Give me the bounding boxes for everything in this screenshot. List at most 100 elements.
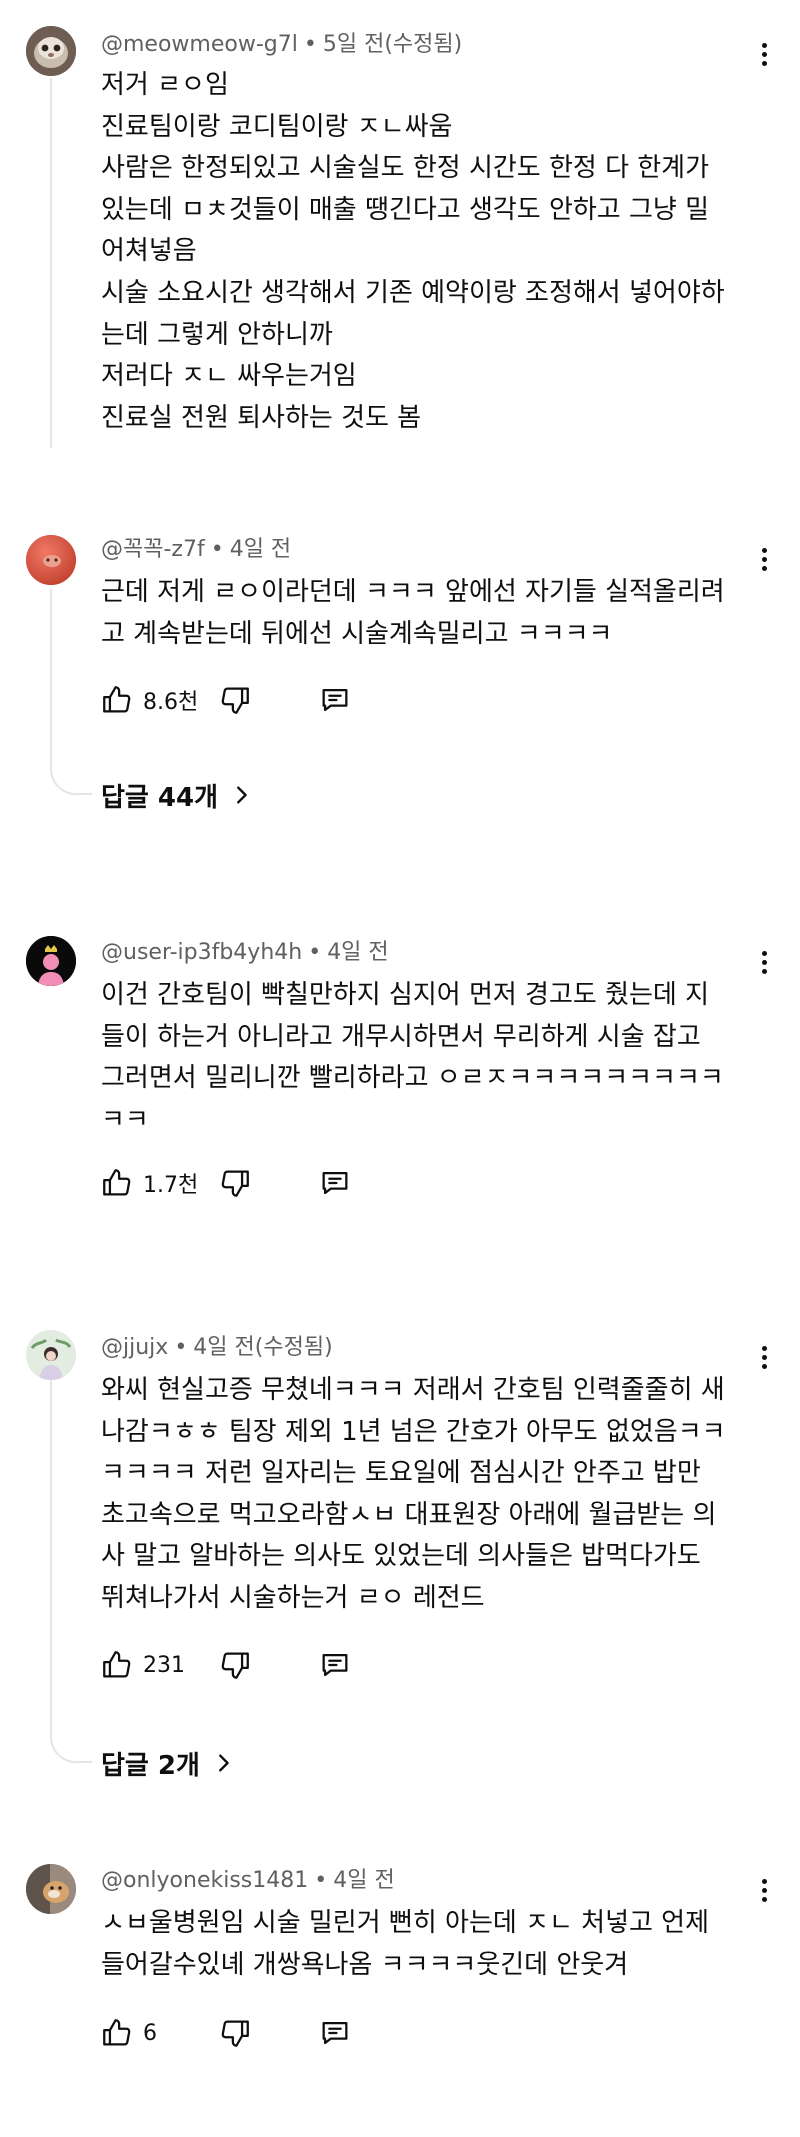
reply-comment-icon <box>322 688 348 712</box>
comment-line: 이건 간호팀이 빡칠만하지 심지어 먼저 경고도 줬는데 지 <box>101 980 710 1010</box>
comment-text: 근데 저게 ㄹㅇ이라던데 ㅋㅋㅋ 앞에선 자기들 실적올리려 고 계속받는데 뒤… <box>101 572 761 655</box>
comment-actions: 231 <box>100 1645 400 1685</box>
chevron-right-icon <box>218 1754 229 1772</box>
view-replies-button[interactable]: 답글 2개 <box>101 1743 234 1783</box>
comment-author[interactable]: @meowmeow-g7l <box>101 32 298 57</box>
avatar-image <box>26 1864 76 1914</box>
comment-line: 그러면서 밀리니깐 빨리하라고 ㅇㄹㅈㅋㅋㅋㅋㅋㅋㅋㅋㅋ <box>101 1063 724 1094</box>
avatar-image <box>26 535 76 585</box>
replies-label: 답글 44개 <box>101 782 218 813</box>
like-button[interactable]: 231 <box>100 1645 185 1685</box>
comment-line: 고 계속받는데 뒤에선 시술계속밀리고 ㅋㅋㅋㅋ <box>101 618 613 649</box>
comment-line: 사 말고 알바하는 의사도 있었는데 의사들은 밥먹다가도 <box>101 1541 701 1572</box>
comment-line: 근데 저게 ㄹㅇ이라던데 ㅋㅋㅋ 앞에선 자기들 실적올리려 <box>101 577 725 607</box>
comment-time[interactable]: 5일 전(수정됨) <box>323 32 462 57</box>
avatar-image <box>26 1330 76 1380</box>
more-vertical-icon[interactable] <box>752 544 776 574</box>
avatar[interactable] <box>26 1330 76 1380</box>
comment-actions: 1.7천 <box>100 1163 400 1203</box>
comment-line: ㅋㅋ <box>101 1104 149 1135</box>
like-count: 8.6천 <box>143 690 199 715</box>
reply-comment-icon <box>322 2021 348 2045</box>
avatar[interactable] <box>26 26 76 76</box>
thumbs-down-icon <box>221 1170 249 1197</box>
thumbs-up-icon <box>103 1651 131 1678</box>
thumbs-up-icon <box>103 2019 131 2046</box>
like-button[interactable]: 1.7천 <box>100 1163 198 1203</box>
reply-button[interactable] <box>318 2013 352 2053</box>
comment-line: ㅅㅂ울병원임 시술 밀린거 뻔히 아는데 ㅈㄴ 처넣고 언제 <box>101 1908 710 1938</box>
reply-button[interactable] <box>318 1645 352 1685</box>
comment-author[interactable]: @onlyonekiss1481 <box>101 1868 308 1893</box>
view-replies-button[interactable]: 답글 44개 <box>101 775 252 815</box>
thread-line <box>50 78 52 448</box>
comment-time[interactable]: 4일 전 <box>333 1868 394 1893</box>
comments-page: @meowmeow-g7l • 5일 전(수정됨) 저거 ㄹㅇ임 진료팀이랑 코디팀… <box>0 0 800 2137</box>
comment-line: 는데 그렇게 안하니까 <box>101 319 333 350</box>
comment-line: 나감ㅋㅎㅎ 팀장 제외 1년 넘은 간호가 아무도 없었음ㅋㅋ <box>101 1416 726 1447</box>
avatar[interactable] <box>26 1864 76 1914</box>
more-vertical-icon[interactable] <box>752 1342 776 1372</box>
comment-line: 저거 ㄹㅇ임 <box>101 70 229 100</box>
like-count: 6 <box>143 2020 157 2046</box>
thread-curve <box>50 765 92 795</box>
comment-line: 사람은 한정되있고 시술실도 한정 시간도 한정 다 한계가 <box>101 153 710 184</box>
more-vertical-icon[interactable] <box>752 947 776 977</box>
replies-label: 답글 2개 <box>101 1750 200 1781</box>
avatar-image <box>26 26 76 76</box>
dislike-button[interactable] <box>218 2013 252 2053</box>
comment-text: 저거 ㄹㅇ임 진료팀이랑 코디팀이랑 ㅈㄴ싸움 사람은 한정되있고 시술실도 한… <box>101 65 761 439</box>
dislike-button[interactable] <box>218 1645 252 1685</box>
comment-line: 어쳐넣음 <box>101 236 197 267</box>
avatar[interactable] <box>26 936 76 986</box>
like-button[interactable]: 8.6천 <box>100 680 198 720</box>
chevron-right-icon <box>237 786 247 804</box>
comment-line: 진료팀이랑 코디팀이랑 ㅈㄴ싸움 <box>101 111 453 142</box>
comment-meta: @jjujx • 4일 전(수정됨) <box>101 1335 333 1360</box>
comment-meta: @onlyonekiss1481 • 4일 전 <box>101 1868 395 1893</box>
thread-line <box>50 1380 52 1735</box>
thumbs-down-icon <box>221 1652 249 1679</box>
comment-line: 시술 소요시간 생각해서 기존 예약이랑 조정해서 넣어야하 <box>101 277 725 308</box>
comment-meta: @meowmeow-g7l • 5일 전(수정됨) <box>101 32 463 57</box>
thumbs-up-icon <box>103 686 131 713</box>
comment-author[interactable]: @jjujx <box>101 1335 168 1360</box>
dislike-button[interactable] <box>218 1163 252 1203</box>
comment-meta: @user-ip3fb4yh4h • 4일 전 <box>101 940 389 965</box>
dislike-button[interactable] <box>218 680 252 720</box>
like-count: 1.7천 <box>143 1173 199 1198</box>
comment-meta: @꼭꼭-z7f • 4일 전 <box>101 537 292 562</box>
thumbs-up-icon <box>103 1169 131 1196</box>
like-button[interactable]: 6 <box>100 2013 157 2053</box>
reply-comment-icon <box>322 1653 348 1677</box>
comment-text: ㅅㅂ울병원임 시술 밀린거 뻔히 아는데 ㅈㄴ 처넣고 언제 들어갈수있녜 개쌍… <box>101 1903 761 1986</box>
comment-line: 들어갈수있녜 개쌍욕나옴 ㅋㅋㅋㅋ웃긴데 안웃겨 <box>101 1949 629 1980</box>
comment-time[interactable]: 4일 전 <box>327 940 388 965</box>
thumbs-down-icon <box>221 2020 249 2047</box>
comment-line: 저러다 ㅈㄴ 싸우는거임 <box>101 361 357 392</box>
comment-line: 들이 하는거 아니라고 개무시하면서 무리하게 시술 잡고 <box>101 1021 701 1052</box>
comment-line: 와씨 현실고증 무쳤네ㅋㅋㅋ 저래서 간호팀 인력줄줄히 새 <box>101 1375 725 1405</box>
comment-author[interactable]: @user-ip3fb4yh4h <box>101 940 302 965</box>
more-vertical-icon[interactable] <box>752 1875 776 1905</box>
comment-time[interactable]: 4일 전 <box>230 537 291 562</box>
comment-line: 초고속으로 먹고오라함ㅅㅂ 대표원장 아래에 월급받는 의 <box>101 1499 717 1530</box>
thread-curve <box>50 1733 92 1763</box>
comment-actions: 6 <box>100 2013 400 2053</box>
comment-line: ㅋㅋㅋㅋ 저런 일자리는 토요일에 점심시간 안주고 밥만 <box>101 1458 701 1489</box>
comment-line: 있는데 ㅁㅊ것들이 매출 땡긴다고 생각도 안하고 그냥 밀 <box>101 194 710 225</box>
comment-time[interactable]: 4일 전(수정됨) <box>193 1335 332 1360</box>
reply-button[interactable] <box>318 1163 352 1203</box>
avatar[interactable] <box>26 535 76 585</box>
comment-actions: 8.6천 <box>100 680 400 720</box>
comment-line: 진료실 전원 퇴사하는 것도 봄 <box>101 402 422 433</box>
comment-text: 이건 간호팀이 빡칠만하지 심지어 먼저 경고도 줬는데 지 들이 하는거 아니… <box>101 975 761 1141</box>
comment-author[interactable]: @꼭꼭-z7f <box>101 537 205 562</box>
avatar-image <box>26 936 76 986</box>
reply-comment-icon <box>322 1171 348 1195</box>
comment-text: 와씨 현실고증 무쳤네ㅋㅋㅋ 저래서 간호팀 인력줄줄히 새 나감ㅋㅎㅎ 팀장 … <box>101 1370 761 1620</box>
reply-button[interactable] <box>318 680 352 720</box>
thumbs-down-icon <box>221 687 249 714</box>
thread-line <box>50 589 52 767</box>
comment-line: 뛰쳐나가서 시술하는거 ㄹㅇ 레전드 <box>101 1582 485 1613</box>
